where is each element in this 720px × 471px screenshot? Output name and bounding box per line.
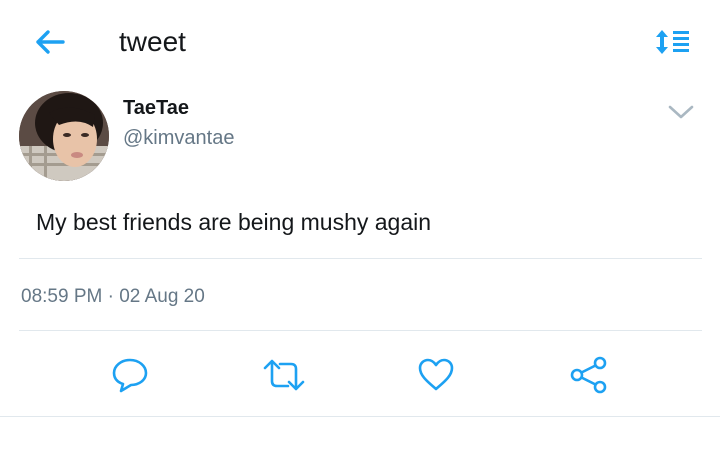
tweet-text: My best friends are being mushy again bbox=[36, 209, 432, 235]
author-name[interactable]: TaeTae bbox=[123, 95, 189, 121]
retweet-button[interactable] bbox=[260, 353, 308, 397]
divider bbox=[0, 416, 720, 417]
retweet-icon bbox=[263, 359, 305, 391]
avatar[interactable] bbox=[19, 91, 109, 181]
tweet-timestamp: 08:59 PM · 02 Aug 20 bbox=[21, 286, 205, 307]
divider bbox=[19, 258, 702, 259]
tweet-menu-button[interactable] bbox=[664, 98, 698, 126]
author-handle[interactable]: @kimvantae bbox=[123, 125, 234, 151]
arrow-left-icon bbox=[36, 30, 65, 54]
heart-icon bbox=[418, 358, 454, 391]
back-button[interactable] bbox=[28, 22, 72, 62]
like-button[interactable] bbox=[412, 353, 460, 397]
share-icon bbox=[570, 356, 607, 394]
sort-button[interactable] bbox=[650, 24, 696, 60]
avatar-photo bbox=[19, 91, 109, 181]
action-bar bbox=[0, 345, 720, 405]
divider bbox=[19, 330, 702, 331]
reply-bubble-icon bbox=[112, 358, 148, 393]
chevron-down-icon bbox=[668, 105, 694, 119]
share-button[interactable] bbox=[565, 353, 613, 397]
top-bar: tweet bbox=[0, 0, 720, 86]
sort-list-icon bbox=[656, 30, 689, 54]
page-title: tweet bbox=[119, 26, 186, 57]
reply-button[interactable] bbox=[106, 353, 154, 397]
